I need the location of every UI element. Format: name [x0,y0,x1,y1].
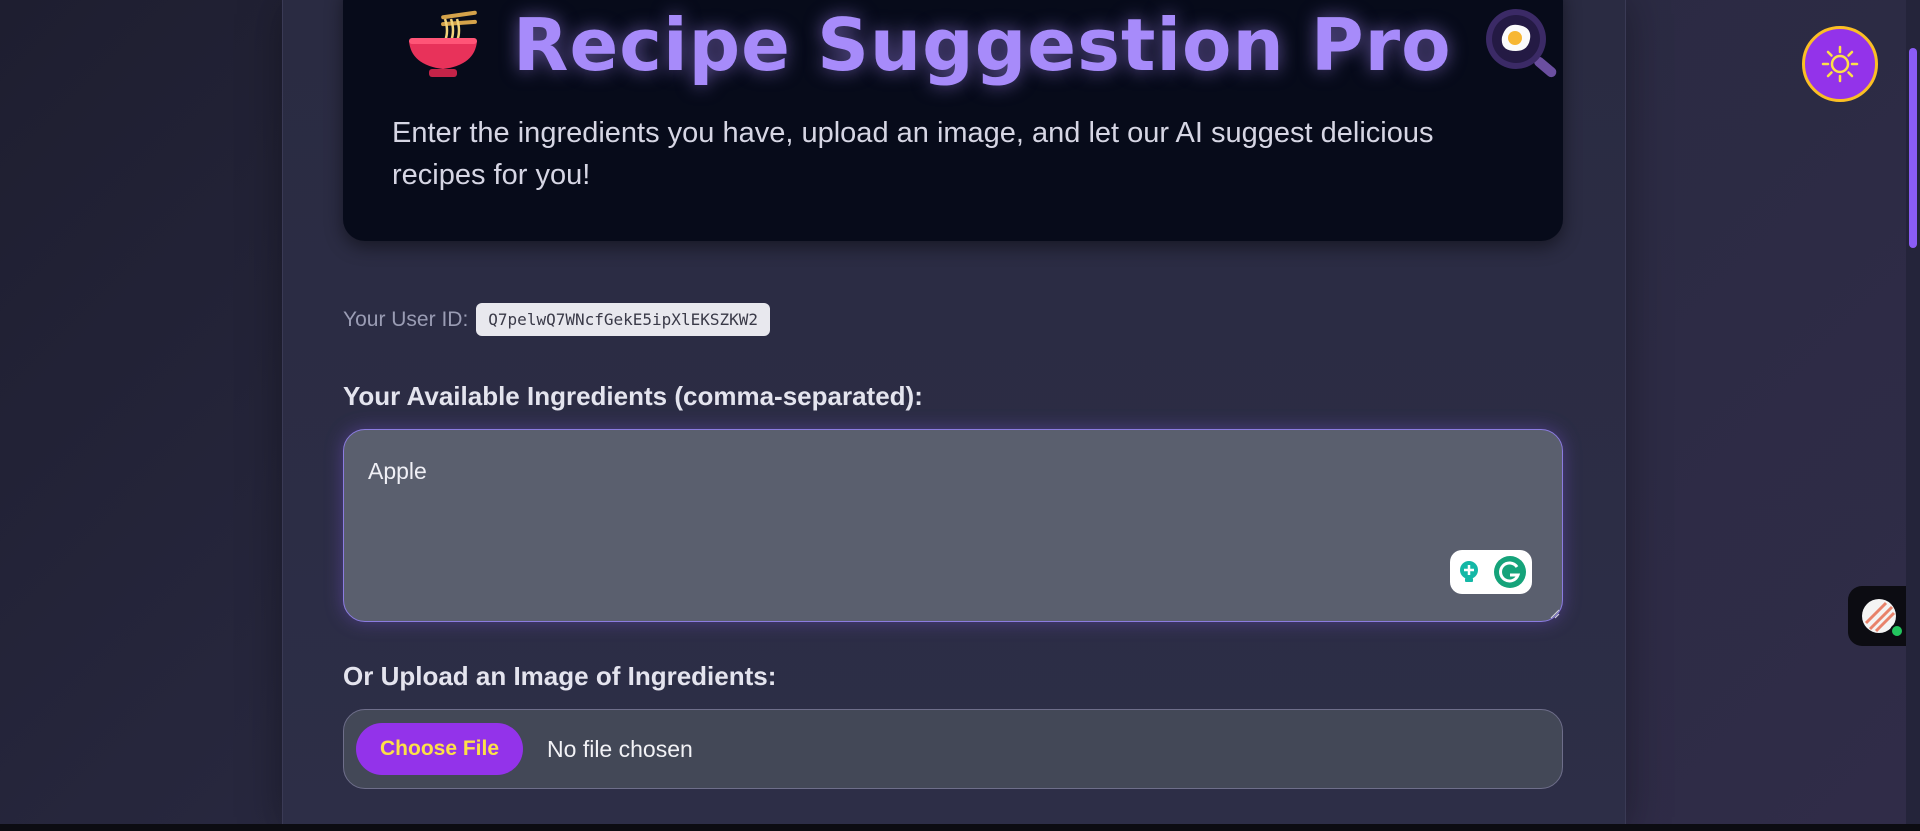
ingredients-value: Apple [368,458,427,484]
bottom-edge [0,824,1920,831]
theme-toggle-button[interactable] [1802,26,1878,102]
lightbulb-plus-icon[interactable] [1456,559,1482,585]
resize-grip-icon[interactable] [1550,609,1560,619]
user-id-value: Q7pelwQ7WNcfGekE5ipXlEKSZKW2 [476,303,770,336]
subtitle: Enter the ingredients you have, upload a… [392,117,1434,191]
choose-file-button[interactable]: Choose File [356,723,524,775]
grammarly-widget[interactable] [1450,550,1532,594]
title-row: Recipe Suggestion Pro [403,0,1562,90]
sun-icon [1821,45,1859,83]
ingredients-textarea[interactable]: Apple [343,429,1563,622]
frying-pan-egg-icon [1485,9,1556,78]
file-status: No file chosen [547,735,693,762]
grammarly-icon[interactable] [1493,555,1527,589]
app-title: Recipe Suggestion Pro [513,3,1452,87]
upload-label: Or Upload an Image of Ingredients: [343,661,777,691]
online-status-dot [1890,624,1904,638]
ingredients-label: Your Available Ingredients (comma-separa… [343,381,923,411]
user-id-label: Your User ID: [343,307,469,331]
scrollbar-thumb[interactable] [1909,48,1917,248]
file-upload-field[interactable]: Choose File No file chosen [343,709,1563,789]
noodle-bowl-icon [409,10,477,77]
user-id-row: Your User ID: Q7pelwQ7WNcfGekE5ipXlEKSZK… [343,303,770,336]
